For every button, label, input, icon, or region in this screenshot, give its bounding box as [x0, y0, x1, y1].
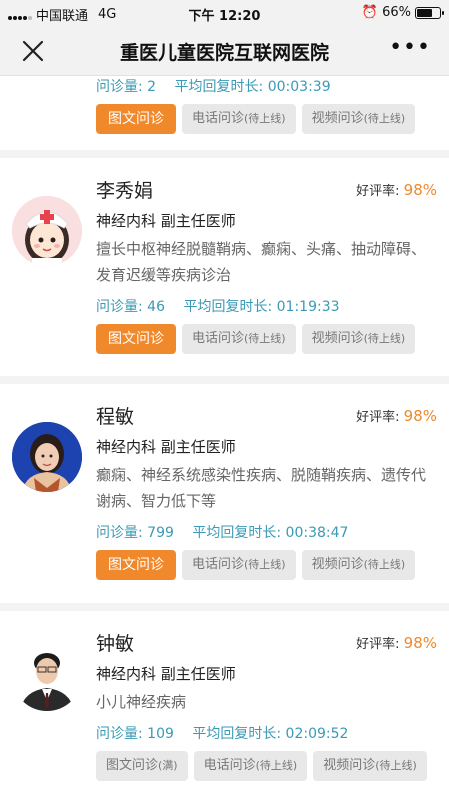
male-doctor-photo: [12, 641, 82, 711]
text-consult-button[interactable]: 图文问诊: [96, 104, 176, 134]
nav-bar: 重医儿童医院互联网医院 •••: [0, 26, 449, 76]
doctor-list: 问诊量: 2 平均回复时长: 00:03:39 图文问诊 电话问诊(待上线) 视…: [0, 76, 449, 800]
rating-label: 好评率:: [356, 184, 400, 199]
consults-label: 问诊量:: [96, 299, 143, 315]
stats-line: 问诊量: 2 平均回复时长: 00:03:39: [96, 76, 331, 96]
avg-reply-label: 平均回复时长:: [174, 79, 264, 95]
doctor-name: 程敏: [96, 406, 135, 428]
rating: 好评率: 98%: [356, 633, 437, 652]
avg-reply-value: 02:09:52: [285, 726, 349, 742]
battery-icon: [415, 6, 444, 19]
avatar: [12, 196, 82, 266]
consults-value: 799: [147, 525, 174, 541]
stats-line: 问诊量: 109 平均回复时长: 02:09:52: [96, 723, 348, 743]
status-right: ⏰ 66%: [361, 5, 444, 20]
text-consult-button[interactable]: 图文问诊(满): [96, 751, 188, 781]
consults-label: 问诊量:: [96, 79, 143, 95]
consults-value: 2: [147, 79, 157, 95]
avg-reply-label: 平均回复时长:: [183, 299, 273, 315]
consults-value: 46: [147, 299, 165, 315]
specialty-text: 癫痫、神经系统感染性疾病、脱随鞘疾病、遗传代谢病、智力低下等: [96, 466, 427, 510]
more-menu-icon[interactable]: •••: [389, 37, 431, 59]
cartoon-nurse-avatar: [12, 196, 82, 266]
avg-reply-label: 平均回复时长:: [192, 525, 282, 541]
consult-buttons: 图文问诊 电话问诊(待上线) 视频问诊(待上线): [96, 550, 416, 580]
text-consult-button[interactable]: 图文问诊: [96, 324, 176, 354]
battery-percent: 66%: [382, 5, 411, 20]
page-title: 重医儿童医院互联网医院: [119, 42, 329, 64]
video-consult-button[interactable]: 视频问诊(待上线): [301, 104, 416, 134]
alarm-icon: ⏰: [361, 5, 379, 20]
rating-label: 好评率:: [356, 637, 400, 652]
rating: 好评率: 98%: [356, 180, 437, 199]
department-title: 神经内科 副主任医师: [96, 438, 236, 456]
avg-reply-value: 00:38:47: [285, 525, 349, 541]
phone-consult-button[interactable]: 电话问诊(待上线): [182, 104, 296, 134]
consults-label: 问诊量:: [96, 726, 143, 742]
doctor-name: 李秀娟: [96, 180, 154, 202]
avatar: [12, 422, 82, 492]
female-doctor-photo: [12, 422, 82, 492]
avatar: [12, 641, 82, 711]
specialty-text: 小儿神经疾病: [96, 693, 187, 711]
text-consult-button[interactable]: 图文问诊: [96, 550, 176, 580]
specialty-text: 擅长中枢神经脱髓鞘病、癫痫、头痛、抽动障碍、发育迟缓等疾病诊治: [96, 240, 427, 284]
rating-value: 98%: [403, 407, 437, 425]
consult-buttons: 图文问诊(满) 电话问诊(待上线) 视频问诊(待上线): [96, 751, 427, 781]
video-consult-button[interactable]: 视频问诊(待上线): [301, 324, 416, 354]
rating-label: 好评率:: [356, 410, 400, 425]
phone-consult-button[interactable]: 电话问诊(待上线): [182, 324, 296, 354]
consults-label: 问诊量:: [96, 525, 143, 541]
stats-line: 问诊量: 46 平均回复时长: 01:19:33: [96, 296, 340, 316]
doctor-name: 钟敏: [96, 633, 135, 655]
consult-buttons: 图文问诊 电话问诊(待上线) 视频问诊(待上线): [96, 324, 416, 354]
phone-consult-button[interactable]: 电话问诊(待上线): [193, 751, 308, 781]
consults-value: 109: [147, 726, 174, 742]
battery-level: [417, 8, 432, 17]
avg-reply-label: 平均回复时长:: [192, 726, 282, 742]
doctor-card[interactable]: 李秀娟 好评率: 98% 神经内科 副主任医师 擅长中枢神经脱髓鞘病、癫痫、头痛…: [0, 158, 449, 384]
avg-reply-value: 01:19:33: [276, 299, 340, 315]
phone-consult-button[interactable]: 电话问诊(待上线): [182, 550, 296, 580]
doctor-card[interactable]: 问诊量: 2 平均回复时长: 00:03:39 图文问诊 电话问诊(待上线) 视…: [0, 76, 449, 158]
department-title: 神经内科 副主任医师: [96, 665, 236, 683]
department-title: 神经内科 副主任医师: [96, 212, 236, 230]
avg-reply-value: 00:03:39: [267, 79, 331, 95]
rating-value: 98%: [403, 634, 437, 652]
consult-buttons: 图文问诊 电话问诊(待上线) 视频问诊(待上线): [96, 104, 416, 134]
video-consult-button[interactable]: 视频问诊(待上线): [301, 550, 416, 580]
doctor-card[interactable]: 程敏 好评率: 98% 神经内科 副主任医师 癫痫、神经系统感染性疾病、脱随鞘疾…: [0, 384, 449, 611]
stats-line: 问诊量: 799 平均回复时长: 00:38:47: [96, 522, 348, 542]
status-bar: 中国联通 4G 下午 12:20 ⏰ 66%: [0, 0, 449, 26]
video-consult-button[interactable]: 视频问诊(待上线): [313, 751, 427, 781]
rating-value: 98%: [403, 181, 437, 199]
rating: 好评率: 98%: [356, 406, 437, 425]
doctor-card[interactable]: 钟敏 好评率: 98% 神经内科 副主任医师 小儿神经疾病 问诊量: 109 平…: [0, 611, 449, 800]
